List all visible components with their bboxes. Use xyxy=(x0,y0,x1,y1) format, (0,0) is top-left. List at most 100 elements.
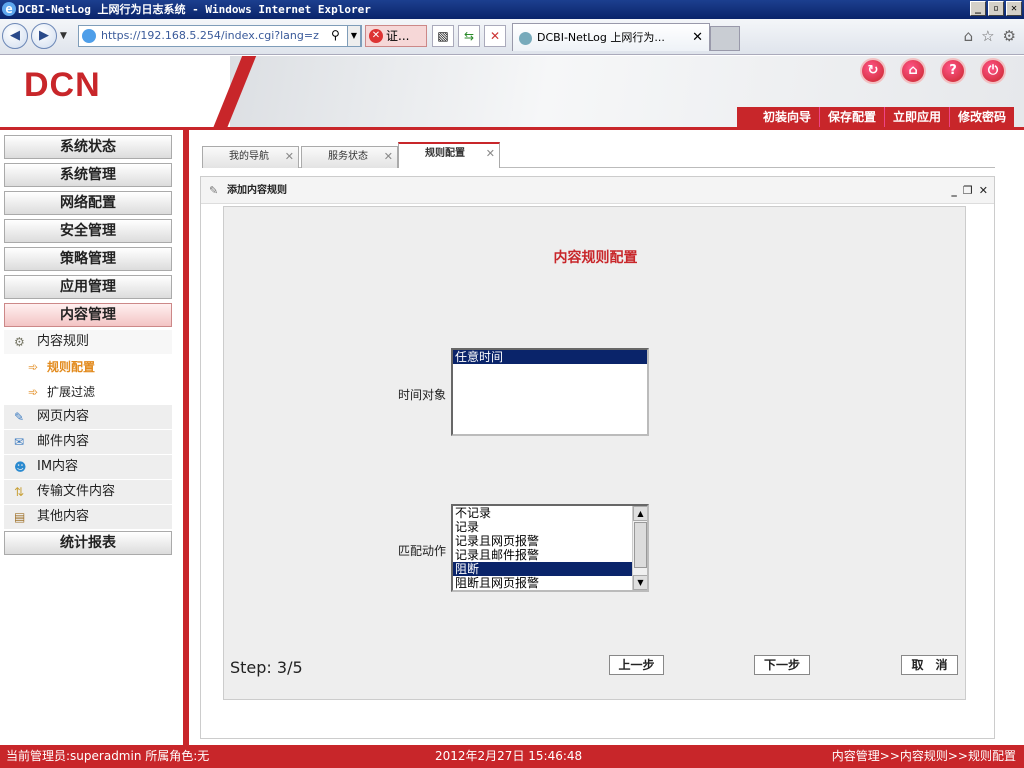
sidebar-app-management[interactable]: 应用管理 xyxy=(4,275,172,299)
list-item-selected[interactable]: 阻断 xyxy=(453,562,647,576)
change-password-button[interactable]: 修改密码 xyxy=(948,107,1014,127)
cancel-button[interactable]: 取 消 xyxy=(901,655,958,675)
address-dropdown-icon[interactable]: ▼ xyxy=(347,25,361,47)
list-item[interactable]: 任意时间 xyxy=(453,350,647,364)
main-content: 我的导航 ✕ 服务状态 ✕ 规则配置 ✕ ✎ 添加内容规则 _ ❐ ✕ 内容规则… xyxy=(189,130,1024,745)
ie-logo-icon: e xyxy=(2,2,16,16)
list-scrollbar[interactable]: ▲ ▼ xyxy=(632,506,647,590)
list-item[interactable]: 记录 xyxy=(453,520,647,534)
sidebar-item-label: 邮件内容 xyxy=(37,434,90,449)
scroll-down-icon[interactable]: ▼ xyxy=(633,575,647,590)
minimize-button[interactable]: _ xyxy=(970,1,986,16)
sidebar-system-management[interactable]: 系统管理 xyxy=(4,163,172,187)
arrow-icon: ➾ xyxy=(28,385,39,399)
list-item[interactable]: 记录且网页报警 xyxy=(453,534,647,548)
browser-toolbar: ◀ ▶ ▼ https://192.168.5.254/index.cgi?la… xyxy=(0,19,1024,55)
sidebar-item-rule-config[interactable]: ➾ 规则配置 xyxy=(4,355,172,379)
address-search-icon[interactable]: ⚲ xyxy=(331,28,340,42)
time-object-list[interactable]: 任意时间 xyxy=(451,348,649,436)
header-menu: 初装向导 保存配置 立即应用 修改密码 xyxy=(736,107,1014,127)
scroll-up-icon[interactable]: ▲ xyxy=(633,506,647,521)
browser-tab-title: DCBI-NetLog 上网行为... xyxy=(537,31,665,44)
status-datetime: 2012年2月27日 15:46:48 xyxy=(435,749,583,763)
time-object-label: 时间对象 xyxy=(398,388,447,402)
arrow-icon: ➾ xyxy=(28,360,39,374)
list-item[interactable]: 不记录 xyxy=(453,506,647,520)
panel-restore-icon[interactable]: ❐ xyxy=(963,177,973,204)
scroll-thumb[interactable] xyxy=(634,522,647,568)
list-item[interactable]: 记录且邮件报警 xyxy=(453,548,647,562)
close-tab-icon[interactable]: ✕ xyxy=(384,147,393,167)
tab-favicon-icon xyxy=(519,32,532,45)
sidebar-item-label: 内容规则 xyxy=(37,334,90,349)
breadcrumb: 内容管理>>内容规则>>规则配置 xyxy=(831,749,1016,763)
sidebar: 系统状态 系统管理 网络配置 安全管理 策略管理 应用管理 内容管理 ⚙ 内容规… xyxy=(0,130,183,745)
panel-close-icon[interactable]: ✕ xyxy=(979,177,988,204)
sidebar-security-management[interactable]: 安全管理 xyxy=(4,219,172,243)
sidebar-item-content-rules[interactable]: ⚙ 内容规则 xyxy=(4,330,172,354)
dcn-logo: DCN xyxy=(24,66,101,104)
close-tab-icon[interactable]: ✕ xyxy=(486,144,495,164)
sidebar-item-transfer-content[interactable]: ⇅ 传输文件内容 xyxy=(4,480,172,504)
sidebar-network-config[interactable]: 网络配置 xyxy=(4,191,172,215)
page-tabs: 我的导航 ✕ 服务状态 ✕ 规则配置 ✕ xyxy=(202,142,995,168)
list-item[interactable]: 阻断且网页报警 xyxy=(453,576,647,590)
sidebar-item-im-content[interactable]: ☻ IM内容 xyxy=(4,455,172,479)
edit-pencil-icon: ✎ xyxy=(209,184,219,197)
current-admin: 当前管理员:superadmin 所属角色:无 xyxy=(6,749,210,763)
tab-service-status[interactable]: 服务状态 ✕ xyxy=(301,146,398,168)
tools-gear-icon[interactable]: ⚙ xyxy=(1003,27,1016,45)
apply-now-button[interactable]: 立即应用 xyxy=(883,107,949,127)
logout-circle-icon[interactable]: ⏻ xyxy=(980,58,1006,84)
panel-header: ✎ 添加内容规则 _ ❐ ✕ xyxy=(201,177,994,204)
cert-label: 证... xyxy=(386,29,410,43)
help-circle-icon[interactable]: ? xyxy=(940,58,966,84)
sidebar-item-mail-content[interactable]: ✉ 邮件内容 xyxy=(4,430,172,454)
tab-rule-config[interactable]: 规则配置 ✕ xyxy=(398,142,500,168)
sidebar-policy-management[interactable]: 策略管理 xyxy=(4,247,172,271)
status-bar: 当前管理员:superadmin 所属角色:无 2012年2月27日 15:46… xyxy=(0,745,1024,768)
setup-wizard-button[interactable]: 初装向导 xyxy=(755,107,819,127)
favorites-star-icon[interactable]: ☆ xyxy=(981,27,994,45)
cert-error-icon: ✕ xyxy=(369,29,383,43)
close-tab-icon[interactable]: ✕ xyxy=(285,147,294,167)
back-button[interactable]: ◀ xyxy=(2,23,28,49)
home-circle-icon[interactable]: ⌂ xyxy=(900,58,926,84)
prev-step-button[interactable]: 上一步 xyxy=(609,655,664,675)
history-dropdown-icon[interactable]: ▼ xyxy=(60,31,67,41)
sidebar-item-web-content[interactable]: ✎ 网页内容 xyxy=(4,405,172,429)
panel-minimize-icon[interactable]: _ xyxy=(951,177,957,204)
sidebar-statistics-report[interactable]: 统计报表 xyxy=(4,531,172,555)
compat-view-icon[interactable]: ▧ xyxy=(432,25,454,47)
address-bar[interactable]: https://192.168.5.254/index.cgi?lang=z xyxy=(78,25,362,47)
match-action-list[interactable]: 不记录 记录 记录且网页报警 记录且邮件报警 阻断 阻断且网页报警 ▲ ▼ xyxy=(451,504,649,592)
close-tab-icon[interactable]: ✕ xyxy=(692,24,703,52)
mail-icon: ✉ xyxy=(14,435,25,449)
web-icon: ✎ xyxy=(14,410,25,424)
sidebar-item-ext-filter[interactable]: ➾ 扩展过滤 xyxy=(4,380,172,404)
match-action-label: 匹配动作 xyxy=(398,544,447,558)
tab-my-navigation[interactable]: 我的导航 ✕ xyxy=(202,146,299,168)
sidebar-item-other-content[interactable]: ▤ 其他内容 xyxy=(4,505,172,529)
restore-button[interactable]: ▫ xyxy=(988,1,1004,16)
sidebar-system-status[interactable]: 系统状态 xyxy=(4,135,172,159)
sidebar-item-label: 扩展过滤 xyxy=(47,385,96,399)
window-title: DCBI-NetLog 上网行为日志系统 - Windows Internet … xyxy=(18,3,371,16)
panel-title: 添加内容规则 xyxy=(227,185,287,196)
new-tab-button[interactable] xyxy=(710,26,740,51)
refresh-circle-icon[interactable]: ↻ xyxy=(860,58,886,84)
close-window-button[interactable]: ✕ xyxy=(1006,1,1022,16)
sidebar-item-label: 其他内容 xyxy=(37,509,90,524)
browser-tab[interactable]: DCBI-NetLog 上网行为... ✕ xyxy=(512,23,710,51)
save-config-button[interactable]: 保存配置 xyxy=(818,107,884,127)
app-header: DCN ↻ ⌂ ? ⏻ 初装向导 保存配置 立即应用 修改密码 xyxy=(0,56,1024,129)
sidebar-content-management[interactable]: 内容管理 xyxy=(4,303,172,327)
home-icon[interactable]: ⌂ xyxy=(964,27,974,45)
certificate-error[interactable]: ✕ 证... xyxy=(365,25,427,47)
stop-icon[interactable]: ✕ xyxy=(484,25,506,47)
forward-button[interactable]: ▶ xyxy=(31,23,57,49)
refresh-icon[interactable]: ⇆ xyxy=(458,25,480,47)
next-step-button[interactable]: 下一步 xyxy=(754,655,810,675)
sidebar-item-label: 网页内容 xyxy=(37,409,90,424)
sidebar-item-label: IM内容 xyxy=(37,459,79,474)
